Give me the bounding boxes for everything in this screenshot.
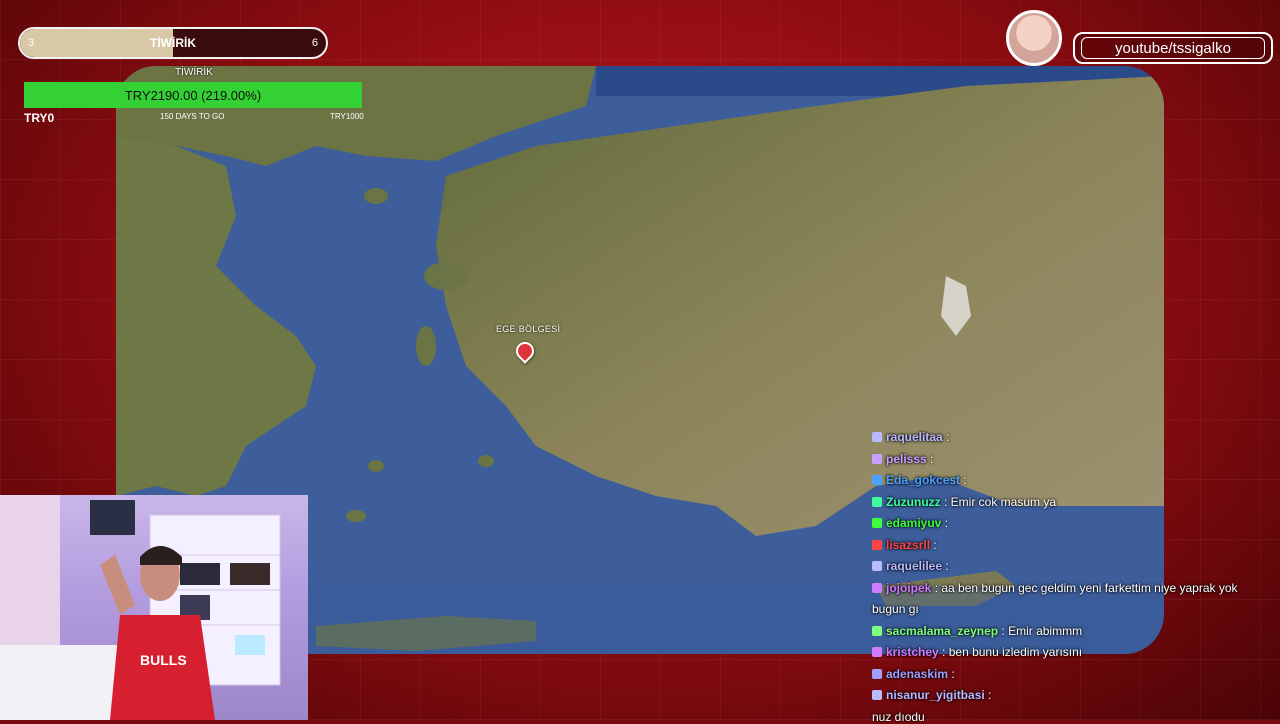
donation-max: TRY1000: [330, 112, 364, 121]
chat-text: : Emir cok masum ya: [944, 494, 1057, 509]
chat-username[interactable]: jojoipek: [886, 581, 931, 595]
chat-badge-icon: [872, 539, 882, 550]
chat-badge-icon: [872, 582, 882, 593]
chat-message: lisazsrll :: [872, 538, 937, 552]
donation-progress-bar: TRY2190.00 (219.00%): [24, 82, 362, 108]
chat-message: jojoipek : aa ben bugun gec geldim yeni …: [872, 581, 1238, 595]
chat-message: pelisss :: [872, 452, 933, 466]
chat-username[interactable]: nisanur_yigitbasi: [886, 688, 985, 702]
chat-badge-icon: [872, 561, 882, 571]
chat-message: sacmalama_zeynep : Emir abimmm: [872, 624, 1082, 638]
chat-badge-icon: [872, 518, 882, 528]
chat-text: bugun gı: [872, 602, 919, 616]
chat-text: :: [951, 666, 955, 681]
chat-badge-icon: [872, 668, 882, 679]
chat-text: :: [946, 430, 950, 444]
chat-username[interactable]: Zuzunuzz: [886, 495, 941, 509]
chat-badge-icon: [872, 432, 882, 442]
chat-text: nuz dıodu: [872, 709, 925, 724]
chat-username[interactable]: lisazsrll: [886, 538, 930, 552]
chat-message: nuz dıodu: [872, 710, 925, 724]
channel-handle: youtube/tssigalko: [1081, 37, 1265, 59]
chat-overlay: raquelitaa : pelisss : Eda_gokcest : Zuzunu…: [868, 430, 1280, 724]
chat-badge-icon: [872, 453, 882, 464]
chat-text: :: [945, 559, 949, 573]
chat-message: edamiyuv :: [872, 516, 948, 530]
chat-message: adenaskim :: [872, 667, 955, 681]
donation-days-left: 150 DAYS TO GO: [160, 112, 225, 121]
chat-text: : Emir abimmm: [1001, 623, 1083, 638]
chat-text: :: [963, 473, 967, 487]
donation-amount: TRY2190.00 (219.00%): [124, 88, 262, 103]
chat-message: raquelilee :: [872, 559, 949, 573]
chat-message: bugun gı: [872, 602, 919, 616]
chat-message: kristchey : ben bunu izledim yarısını: [872, 645, 1082, 659]
chat-text: : ben bunu izledim yarısını: [942, 645, 1083, 659]
chat-message: Zuzunuzz : Emir cok masum ya: [872, 495, 1056, 509]
chat-username[interactable]: edamiyuv: [886, 516, 941, 530]
chat-badge-icon: [872, 690, 882, 700]
streamer-avatar: [1006, 10, 1062, 66]
chat-username[interactable]: raquelitaa: [886, 430, 943, 444]
map-pin-label: EGE BÖLGESİ: [496, 324, 561, 334]
chat-message: nisanur_yigitbasi :: [872, 688, 991, 702]
chat-badge-icon: [872, 496, 882, 507]
donation-min: TRY0: [24, 111, 55, 125]
chat-username[interactable]: kristchey: [886, 645, 939, 659]
donation-title: TİWİRİK: [175, 67, 213, 78]
goal-progress-bar: 3 TİWİRİK 6: [18, 27, 328, 59]
webcam-scene: BULLS: [0, 495, 281, 720]
chat-username[interactable]: sacmalama_zeynep: [886, 624, 998, 638]
chat-username[interactable]: adenaskim: [886, 667, 948, 681]
chat-username[interactable]: Eda_gokcest: [886, 473, 960, 487]
chat-text: : aa ben bugun gec geldim yeni farkettim…: [934, 580, 1238, 595]
chat-badge-icon: [872, 475, 882, 485]
chat-badge-icon: [872, 647, 882, 657]
chat-text: :: [944, 516, 949, 530]
channel-handle-badge: youtube/tssigalko: [1073, 32, 1273, 64]
goal-label: TİWİRİK: [150, 36, 196, 50]
chat-text: :: [930, 451, 934, 466]
chat-badge-icon: [872, 625, 882, 636]
chat-text: :: [988, 688, 992, 702]
chat-text: :: [933, 537, 937, 552]
chat-username[interactable]: pelisss: [886, 452, 927, 466]
chat-username[interactable]: raquelilee: [886, 559, 942, 573]
goal-target: 6: [311, 37, 318, 49]
chat-message: raquelitaa :: [872, 430, 949, 444]
svg-text:BULLS: BULLS: [140, 652, 187, 668]
webcam-feed: BULLS: [0, 495, 308, 720]
chat-message: Eda_gokcest :: [872, 473, 967, 487]
